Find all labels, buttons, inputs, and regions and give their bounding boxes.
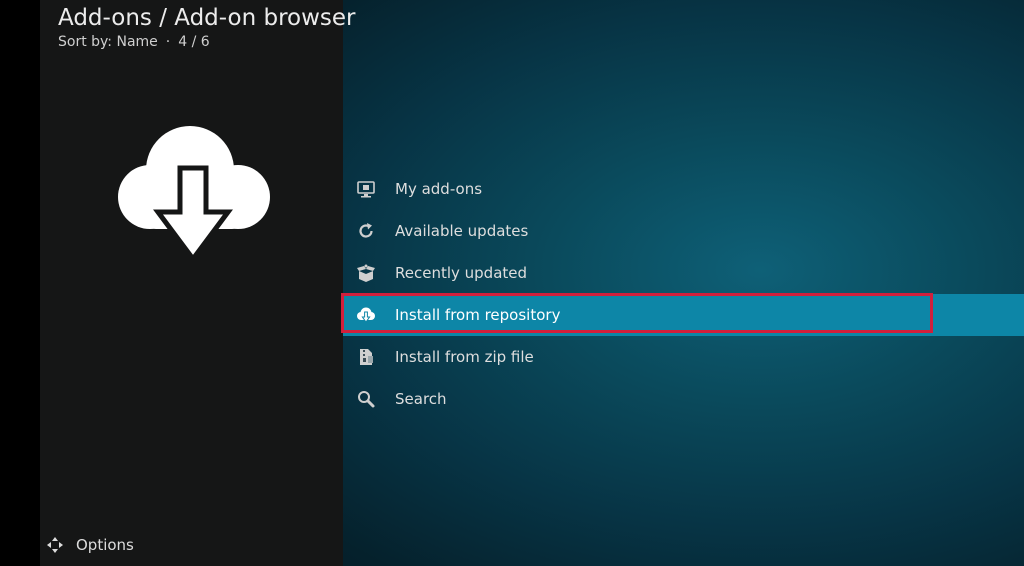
menu-item-search[interactable]: Search [343, 378, 1024, 420]
options-button[interactable]: Options [46, 536, 134, 554]
zip-file-icon [356, 347, 376, 367]
preview-panel [40, 0, 343, 566]
menu-item-label: Search [395, 390, 447, 408]
menu-item-available-updates[interactable]: Available updates [343, 210, 1024, 252]
menu-item-label: Recently updated [395, 264, 528, 282]
cloud-download-illustration-icon [118, 118, 270, 264]
menu-item-my-addons[interactable]: My add-ons [343, 168, 1024, 210]
options-arrows-icon [46, 536, 64, 554]
search-icon [356, 389, 376, 409]
options-label: Options [76, 536, 134, 554]
header: Add-ons / Add-on browser Sort by: Name · 4… [58, 4, 356, 50]
menu-item-install-from-repository[interactable]: Install from repository [343, 294, 1024, 336]
sort-label: Sort by: Name [58, 34, 158, 50]
page-title: Add-ons / Add-on browser [58, 5, 356, 31]
left-edge [0, 0, 40, 566]
item-position: 4 / 6 [178, 34, 210, 50]
menu-item-label: My add-ons [395, 180, 483, 198]
open-box-icon [356, 263, 376, 283]
separator: · [165, 34, 171, 50]
refresh-icon [356, 221, 376, 241]
monitor-box-icon [356, 179, 376, 199]
addon-menu: My add-ons Available updates Recently up… [343, 168, 1024, 420]
menu-item-label: Available updates [395, 222, 529, 240]
menu-item-recently-updated[interactable]: Recently updated [343, 252, 1024, 294]
menu-item-label: Install from zip file [395, 348, 534, 366]
menu-item-label: Install from repository [395, 306, 561, 324]
cloud-download-icon [356, 305, 376, 325]
sort-info: Sort by: Name · 4 / 6 [58, 34, 356, 50]
menu-item-install-from-zip[interactable]: Install from zip file [343, 336, 1024, 378]
